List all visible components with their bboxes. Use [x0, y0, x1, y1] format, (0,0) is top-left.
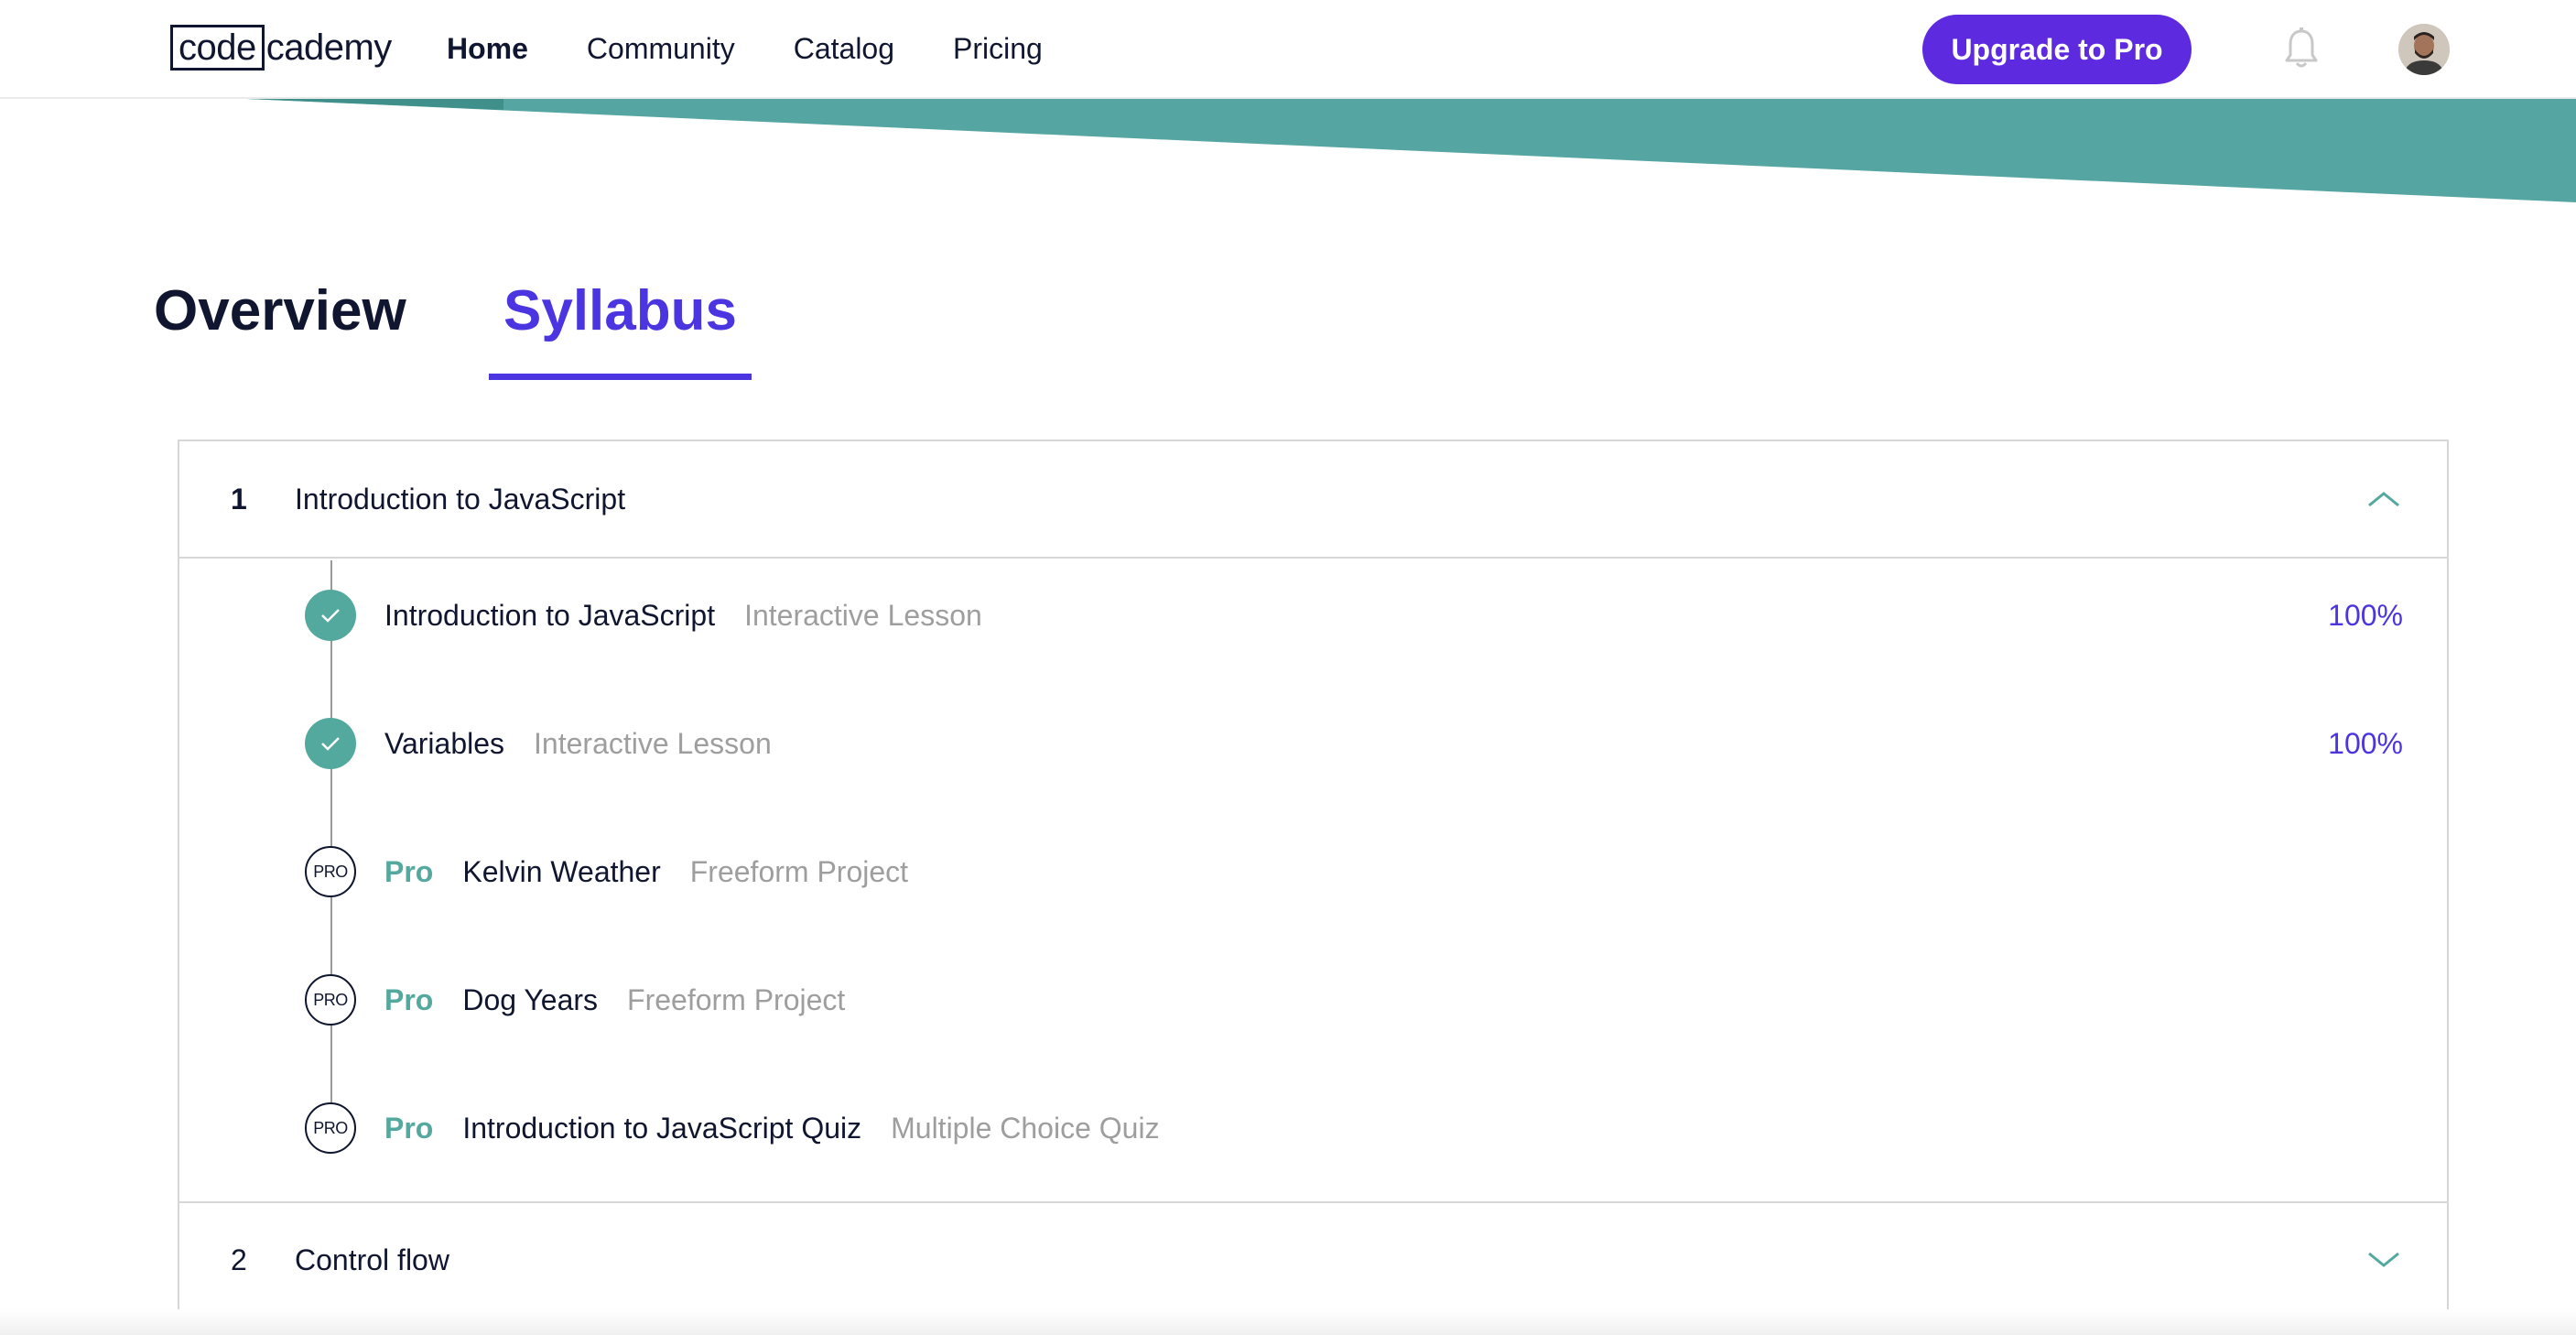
nav-catalog[interactable]: Catalog [794, 27, 894, 70]
module-header-1[interactable]: 1 Introduction to JavaScript [179, 441, 2447, 559]
lesson-progress: 100% [2328, 598, 2403, 632]
active-tab-indicator [489, 374, 752, 380]
avatar-image [2398, 24, 2450, 75]
lesson-text: Variables Interactive Lesson [384, 727, 772, 761]
pro-badge: Pro [384, 854, 434, 888]
module-header-2[interactable]: 2 Control flow [179, 1201, 2447, 1319]
list-item[interactable]: PRO Pro Introduction to JavaScript Quiz … [179, 1091, 2447, 1165]
chevron-down-icon[interactable] [2367, 1251, 2400, 1269]
pro-badge: Pro [384, 1111, 434, 1145]
header-banner [247, 99, 2576, 202]
lesson-name[interactable]: Dog Years [462, 983, 598, 1017]
lesson-type: Freeform Project [689, 854, 909, 888]
list-item[interactable]: PRO Pro Dog Years Freeform Project [179, 963, 2447, 1037]
course-tabs: Overview Syllabus [154, 275, 752, 380]
checkmark-icon [305, 718, 356, 769]
tab-syllabus[interactable]: Syllabus [489, 275, 752, 380]
lesson-type: Multiple Choice Quiz [891, 1111, 1160, 1145]
lesson-text: Pro Dog Years Freeform Project [384, 983, 845, 1017]
list-item[interactable]: Introduction to JavaScript Interactive L… [179, 579, 2447, 652]
chevron-up-icon[interactable] [2367, 490, 2400, 508]
syllabus-list: 1 Introduction to JavaScript Introductio… [178, 440, 2449, 1335]
module-title: Introduction to JavaScript [295, 482, 626, 516]
pro-badge: Pro [384, 982, 434, 1016]
lesson-text: Introduction to JavaScript Interactive L… [384, 599, 982, 633]
lesson-type: Interactive Lesson [744, 598, 982, 632]
nav-pricing[interactable]: Pricing [953, 27, 1043, 70]
pro-lock-icon: PRO [305, 846, 356, 897]
page-bottom-shadow [0, 1309, 2576, 1335]
lesson-name[interactable]: Introduction to JavaScript Quiz [462, 1112, 861, 1145]
lesson-text: Pro Kelvin Weather Freeform Project [384, 855, 908, 889]
lesson-name[interactable]: Kelvin Weather [462, 855, 660, 889]
upgrade-to-pro-button[interactable]: Upgrade to Pro [1922, 15, 2192, 84]
module-number: 1 [231, 482, 247, 516]
module-1-lessons: Introduction to JavaScript Interactive L… [179, 560, 2447, 1201]
list-item[interactable]: Variables Interactive Lesson 100% [179, 707, 2447, 780]
pro-lock-icon: PRO [305, 1102, 356, 1154]
logo-text: cademy [265, 27, 393, 68]
checkmark-icon [305, 590, 356, 641]
module-number: 2 [231, 1243, 247, 1276]
list-item[interactable]: PRO Pro Kelvin Weather Freeform Project [179, 835, 2447, 908]
module-title: Control flow [295, 1243, 449, 1276]
bell-icon[interactable] [2283, 27, 2320, 70]
lesson-type: Freeform Project [627, 982, 846, 1016]
lesson-type: Interactive Lesson [534, 726, 772, 760]
logo-boxed-text: code [170, 25, 265, 71]
main-nav: Home Community Catalog Pricing [447, 27, 1043, 70]
top-nav: code cademy Home Community Catalog Pricin… [0, 0, 2576, 99]
codecademy-logo[interactable]: code cademy [170, 24, 392, 71]
lesson-name[interactable]: Introduction to JavaScript [384, 599, 715, 633]
tab-syllabus-label: Syllabus [503, 279, 737, 342]
tab-overview[interactable]: Overview [154, 275, 503, 348]
pro-lock-icon: PRO [305, 974, 356, 1026]
nav-community[interactable]: Community [587, 27, 735, 70]
lesson-progress: 100% [2328, 726, 2403, 760]
lesson-name[interactable]: Variables [384, 727, 504, 761]
avatar[interactable] [2398, 24, 2450, 75]
nav-home[interactable]: Home [447, 27, 528, 70]
lesson-text: Pro Introduction to JavaScript Quiz Mult… [384, 1112, 1160, 1145]
